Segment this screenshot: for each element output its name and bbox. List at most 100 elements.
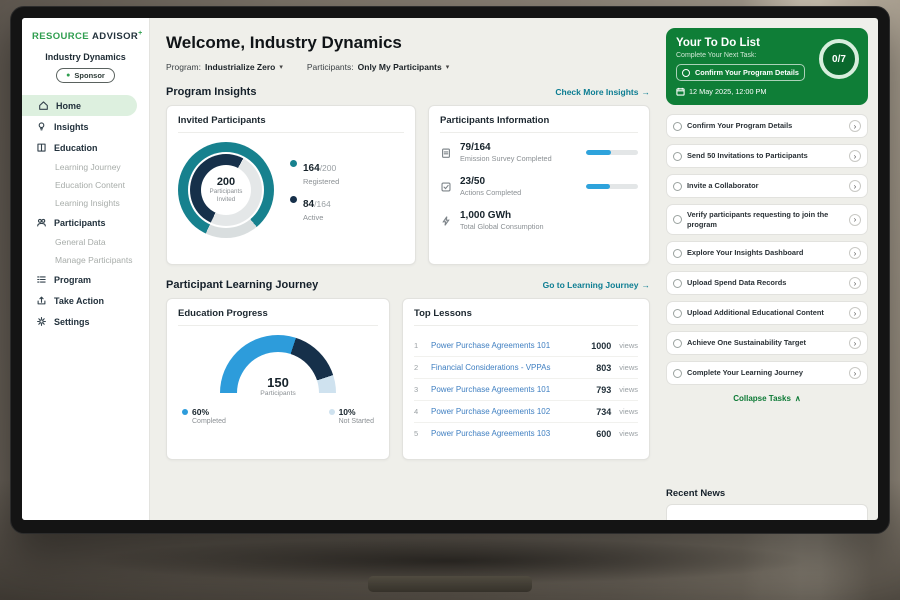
sidebar-item-settings[interactable]: Settings — [32, 311, 139, 332]
todo-header-card: Your To Do List Complete Your Next Task:… — [666, 28, 868, 105]
stat-label: Actions Completed — [460, 188, 578, 197]
monitor-frame: RESOURCEADVISOR+ Industry Dynamics ● Spo… — [10, 6, 890, 534]
sidebar-item-take-action[interactable]: Take Action — [32, 290, 139, 311]
page-title: Welcome, Industry Dynamics — [166, 33, 650, 53]
legend-dot-navy — [290, 196, 297, 203]
book-icon — [36, 142, 47, 153]
checkbox[interactable] — [673, 122, 682, 131]
checkbox[interactable] — [673, 182, 682, 191]
todo-task[interactable]: Achieve One Sustainability Target › — [666, 331, 868, 355]
chevron-right-icon[interactable]: › — [849, 180, 861, 192]
todo-task[interactable]: Verify participants requesting to join t… — [666, 204, 868, 235]
sidebar-item-general-data[interactable]: General Data — [32, 233, 139, 251]
lesson-title-link[interactable]: Financial Considerations - VPPAs — [431, 363, 588, 372]
legend-completed: 60% Completed — [182, 407, 226, 425]
card-title: Top Lessons — [414, 308, 638, 326]
participants-filter-value: Only My Participants — [358, 62, 442, 72]
program-insights-header: Program Insights Check More Insights → — [166, 86, 650, 98]
checkbox[interactable] — [673, 369, 682, 378]
participants-filter-label: Participants: — [307, 62, 354, 72]
legend-value: 60% — [192, 407, 226, 417]
gauge-center-label: Participants — [220, 390, 336, 397]
sidebar-item-learning-journey[interactable]: Learning Journey — [32, 158, 139, 176]
collapse-tasks-link[interactable]: Collapse Tasks ∧ — [666, 394, 868, 403]
clipboard-icon — [440, 147, 452, 159]
lesson-title-link[interactable]: Power Purchase Agreements 103 — [431, 429, 588, 438]
stat-emission-survey: 79/164 Emission Survey Completed — [440, 142, 638, 163]
lesson-title-link[interactable]: Power Purchase Agreements 101 — [431, 385, 588, 394]
sidebar-item-manage-participants[interactable]: Manage Participants — [32, 251, 139, 269]
todo-due-date: 12 May 2025, 12:00 PM — [676, 87, 858, 96]
sponsor-badge-label: Sponsor — [74, 71, 104, 80]
lesson-title-link[interactable]: Power Purchase Agreements 102 — [431, 407, 588, 416]
checkbox[interactable] — [673, 279, 682, 288]
sidebar-item-participants[interactable]: Participants — [32, 212, 139, 233]
todo-panel: Your To Do List Complete Your Next Task:… — [662, 18, 878, 520]
task-label: Achieve One Sustainability Target — [687, 338, 844, 348]
todo-task[interactable]: Send 50 Invitations to Participants › — [666, 144, 868, 168]
chevron-right-icon[interactable]: › — [849, 277, 861, 289]
actions-progress-bar — [586, 184, 638, 189]
checkbox[interactable] — [673, 215, 682, 224]
chevron-right-icon[interactable]: › — [849, 150, 861, 162]
monitor-stand-base — [368, 576, 532, 592]
todo-task[interactable]: Invite a Collaborator › — [666, 174, 868, 198]
learning-journey-header: Participant Learning Journey Go to Learn… — [166, 279, 650, 291]
chevron-right-icon[interactable]: › — [849, 367, 861, 379]
org-name: Industry Dynamics — [32, 52, 139, 62]
todo-task[interactable]: Confirm Your Program Details › — [666, 114, 868, 138]
todo-task[interactable]: Upload Spend Data Records › — [666, 271, 868, 295]
program-filter[interactable]: Program: Industrialize Zero ▾ — [166, 62, 283, 72]
legend-label: Completed — [192, 418, 226, 425]
todo-next-task[interactable]: Confirm Your Program Details — [676, 64, 805, 81]
lesson-views: 734 — [596, 407, 611, 417]
sidebar-item-education-content[interactable]: Education Content — [32, 176, 139, 194]
sidebar: RESOURCEADVISOR+ Industry Dynamics ● Spo… — [22, 18, 150, 520]
chevron-right-icon[interactable]: › — [849, 337, 861, 349]
task-label: Complete Your Learning Journey — [687, 368, 844, 378]
logo-resource: RESOURCE — [32, 31, 89, 42]
link-label: Go to Learning Journey — [543, 280, 639, 290]
task-label: Explore Your Insights Dashboard — [687, 248, 844, 258]
stat-value: 79/164 — [460, 142, 578, 153]
sidebar-item-education[interactable]: Education — [32, 137, 139, 158]
top-lessons-card: Top Lessons 1 Power Purchase Agreements … — [402, 298, 650, 460]
chevron-right-icon[interactable]: › — [849, 307, 861, 319]
stat-label: Total Global Consumption — [460, 222, 578, 231]
lesson-rank: 5 — [414, 429, 423, 438]
sidebar-item-program[interactable]: Program — [32, 269, 139, 290]
lesson-views-suffix: views — [619, 363, 638, 372]
legend-registered: 164/200 Registered — [290, 158, 339, 186]
legend-dot-teal — [290, 160, 297, 167]
gauge-center: 150 Participants — [220, 375, 336, 397]
sponsor-badge[interactable]: ● Sponsor — [56, 68, 115, 83]
sidebar-item-home[interactable]: Home — [22, 95, 137, 116]
sidebar-item-insights[interactable]: Insights — [32, 116, 139, 137]
checkbox[interactable] — [673, 249, 682, 258]
chevron-right-icon[interactable]: › — [849, 214, 861, 226]
lesson-rank: 1 — [414, 341, 423, 350]
todo-task[interactable]: Explore Your Insights Dashboard › — [666, 241, 868, 265]
chevron-right-icon[interactable]: › — [849, 120, 861, 132]
sidebar-item-learning-insights[interactable]: Learning Insights — [32, 194, 139, 212]
stat-label: Emission Survey Completed — [460, 154, 578, 163]
lesson-title-link[interactable]: Power Purchase Agreements 101 — [431, 341, 583, 350]
participants-filter[interactable]: Participants: Only My Participants ▾ — [307, 62, 449, 72]
recent-news-card[interactable] — [666, 504, 868, 520]
invited-participants-card: Invited Participants 200 Participants In… — [166, 105, 416, 265]
todo-task[interactable]: Complete Your Learning Journey › — [666, 361, 868, 385]
dashboard-screen: RESOURCEADVISOR+ Industry Dynamics ● Spo… — [22, 18, 878, 520]
checkbox[interactable] — [673, 152, 682, 161]
todo-task[interactable]: Upload Additional Educational Content › — [666, 301, 868, 325]
app-logo: RESOURCEADVISOR+ — [32, 30, 139, 42]
sponsor-dot-icon: ● — [66, 72, 70, 79]
chevron-right-icon[interactable]: › — [849, 247, 861, 259]
arrow-right-icon: → — [642, 280, 651, 290]
go-to-learning-journey-link[interactable]: Go to Learning Journey → — [543, 280, 650, 290]
checkbox[interactable] — [682, 69, 690, 77]
filter-bar: Program: Industrialize Zero ▾ Participan… — [166, 62, 650, 72]
energy-icon — [440, 215, 452, 227]
checkbox[interactable] — [673, 339, 682, 348]
checkbox[interactable] — [673, 309, 682, 318]
check-more-insights-link[interactable]: Check More Insights → — [555, 87, 650, 97]
